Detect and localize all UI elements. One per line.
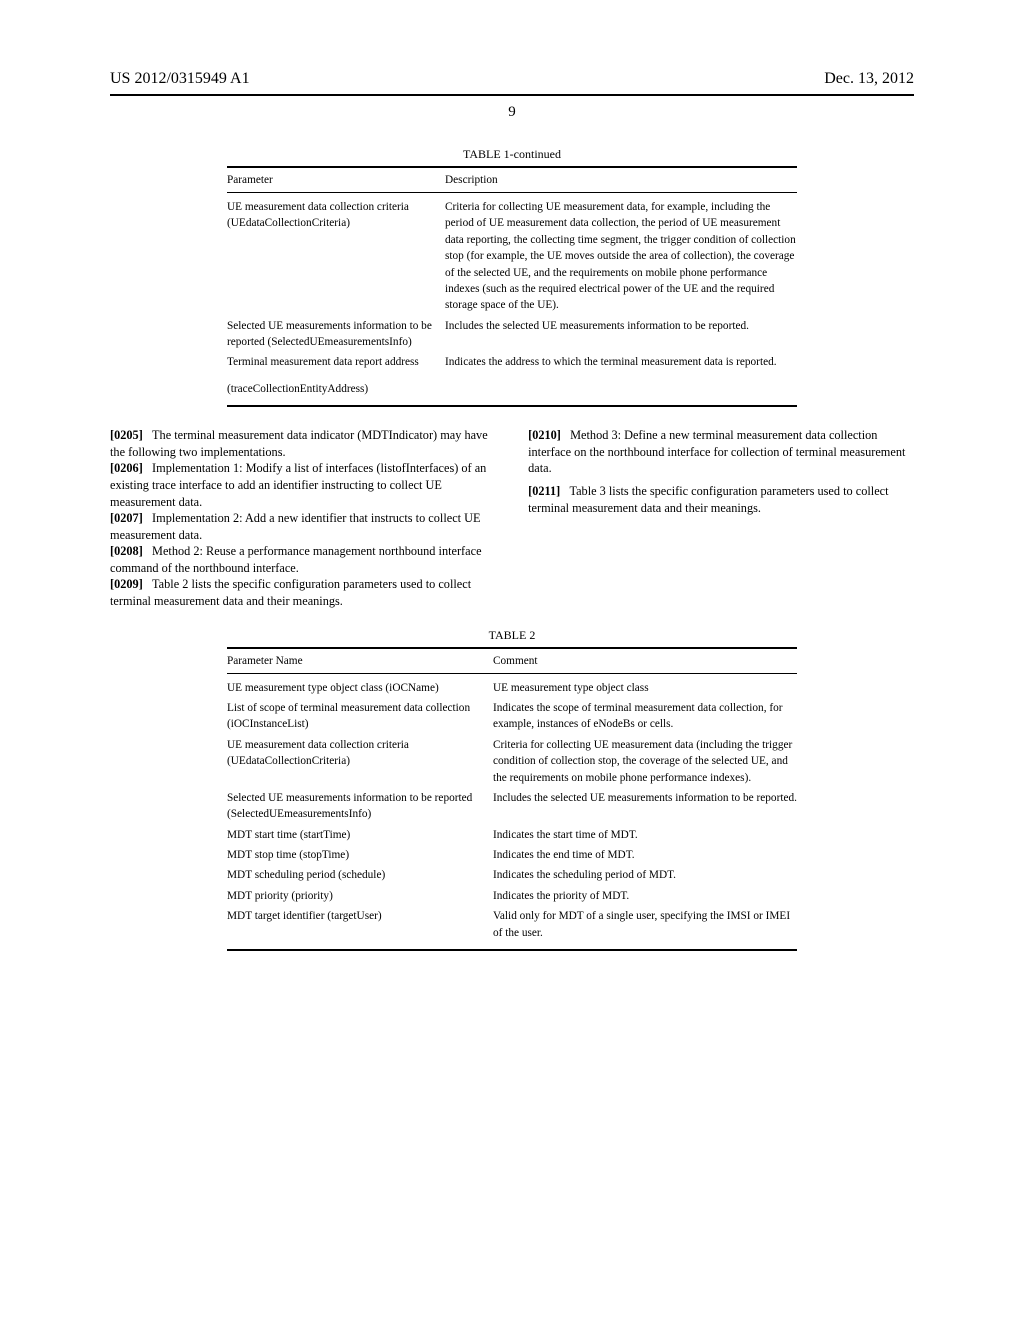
table-cell: UE measurement data collection criteria … [227, 737, 493, 786]
left-column: [0205] The terminal measurement data ind… [110, 427, 496, 610]
para-text: Table 3 lists the specific configuration… [528, 484, 888, 515]
table-cell: Terminal measurement data report address [227, 354, 445, 370]
table-cell: Indicates the priority of MDT. [493, 888, 797, 904]
table-row: MDT priority (priority) Indicates the pr… [227, 886, 797, 906]
table-row: List of scope of terminal measurement da… [227, 698, 797, 735]
para-text: Implementation 2: Add a new identifier t… [110, 511, 481, 542]
table-cell: List of scope of terminal measurement da… [227, 700, 493, 733]
table-cell: Indicates the address to which the termi… [445, 354, 797, 370]
table-cell: Criteria for collecting UE measurement d… [445, 199, 797, 314]
table-row: MDT stop time (stopTime) Indicates the e… [227, 845, 797, 865]
table-row: Selected UE measurements information to … [227, 316, 797, 353]
table-cell: (traceCollectionEntityAddress) [227, 381, 445, 397]
paragraph: [0205] The terminal measurement data ind… [110, 427, 496, 460]
table-row: MDT start time (startTime) Indicates the… [227, 825, 797, 845]
para-text: Table 2 lists the specific configuration… [110, 577, 471, 608]
table-cell: MDT scheduling period (schedule) [227, 867, 493, 883]
paragraph: [0210] Method 3: Define a new terminal m… [528, 427, 914, 477]
table-row: Terminal measurement data report address… [227, 352, 797, 372]
table-cell [445, 381, 797, 397]
para-number: [0207] [110, 511, 143, 525]
table-row: MDT scheduling period (schedule) Indicat… [227, 865, 797, 885]
paragraph: [0207] Implementation 2: Add a new ident… [110, 510, 496, 543]
table-cell: UE measurement type object class (iOCNam… [227, 680, 493, 696]
table-cell: Indicates the start time of MDT. [493, 827, 797, 843]
table-cell: Valid only for MDT of a single user, spe… [493, 908, 797, 941]
para-number: [0208] [110, 544, 143, 558]
table-row: UE measurement data collection criteria … [227, 197, 797, 316]
table-cell: Selected UE measurements information to … [227, 318, 445, 351]
table-cell: Indicates the end time of MDT. [493, 847, 797, 863]
paragraph: [0206] Implementation 1: Modify a list o… [110, 460, 496, 510]
para-number: [0206] [110, 461, 143, 475]
para-text: The terminal measurement data indicator … [110, 428, 488, 459]
para-number: [0205] [110, 428, 143, 442]
table-cell: UE measurement data collection criteria … [227, 199, 445, 314]
body-columns: [0205] The terminal measurement data ind… [110, 427, 914, 610]
table-cell: UE measurement type object class [493, 680, 797, 696]
table-cell: Selected UE measurements information to … [227, 790, 493, 823]
para-number: [0210] [528, 428, 561, 442]
table-1-title: TABLE 1-continued [227, 147, 797, 162]
table-cell: Criteria for collecting UE measurement d… [493, 737, 797, 786]
table-row: MDT target identifier (targetUser) Valid… [227, 906, 797, 943]
para-text: Method 2: Reuse a performance management… [110, 544, 482, 575]
table-cell: Includes the selected UE measurements in… [445, 318, 797, 351]
para-number: [0209] [110, 577, 143, 591]
table-1-head-param: Parameter [227, 174, 445, 186]
table-cell: Includes the selected UE measurements in… [493, 790, 797, 823]
table-cell: Indicates the scheduling period of MDT. [493, 867, 797, 883]
table-row: (traceCollectionEntityAddress) [227, 379, 797, 399]
table-1-continued: TABLE 1-continued Parameter Description … [227, 147, 797, 407]
para-text: Implementation 1: Modify a list of inter… [110, 461, 486, 508]
table-cell: MDT stop time (stopTime) [227, 847, 493, 863]
para-text: Method 3: Define a new terminal measurem… [528, 428, 905, 475]
paragraph: [0209] Table 2 lists the specific config… [110, 576, 496, 609]
table-2-title: TABLE 2 [227, 628, 797, 643]
publication-date: Dec. 13, 2012 [824, 70, 914, 88]
publication-number: US 2012/0315949 A1 [110, 70, 250, 88]
table-cell: MDT target identifier (targetUser) [227, 908, 493, 941]
table-row: UE measurement type object class (iOCNam… [227, 678, 797, 698]
table-2-head-desc: Comment [493, 655, 797, 667]
page-number: 9 [110, 104, 914, 121]
paragraph: [0211] Table 3 lists the specific config… [528, 483, 914, 516]
para-number: [0211] [528, 484, 560, 498]
table-1-head-desc: Description [445, 174, 797, 186]
table-cell: MDT priority (priority) [227, 888, 493, 904]
table-2-head-param: Parameter Name [227, 655, 493, 667]
table-2: TABLE 2 Parameter Name Comment UE measur… [227, 628, 797, 951]
right-column: [0210] Method 3: Define a new terminal m… [528, 427, 914, 610]
table-row: Selected UE measurements information to … [227, 788, 797, 825]
table-cell: Indicates the scope of terminal measurem… [493, 700, 797, 733]
header-rule [110, 94, 914, 96]
table-row: UE measurement data collection criteria … [227, 735, 797, 788]
paragraph: [0208] Method 2: Reuse a performance man… [110, 543, 496, 576]
table-cell: MDT start time (startTime) [227, 827, 493, 843]
